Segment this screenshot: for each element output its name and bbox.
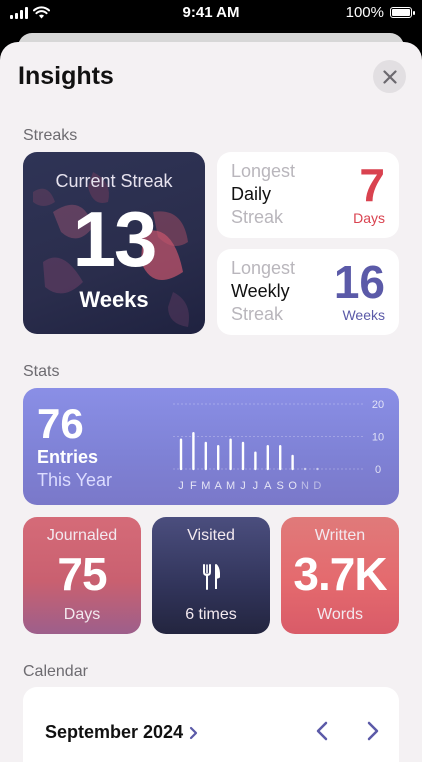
longest-weekly-line3: Streak — [231, 304, 284, 324]
chevron-right-icon — [367, 721, 379, 741]
chart-month-label: N — [301, 480, 309, 492]
status-bar: 9:41 AM 100% — [0, 0, 422, 28]
battery-icon — [390, 7, 415, 18]
words-written-tile[interactable]: Written 3.7K Words — [281, 517, 399, 634]
longest-weekly-streak-card[interactable]: Longest Weekly Streak 16 Weeks — [217, 249, 399, 335]
chart-y-tick-label: 10 — [372, 432, 384, 444]
chart-month-label: J — [178, 480, 184, 492]
longest-daily-streak-card[interactable]: Longest Daily Streak 7 Days — [217, 152, 399, 238]
chart-month-label: M — [201, 480, 210, 492]
close-button[interactable] — [373, 60, 406, 93]
chart-month-label: J — [240, 480, 246, 492]
chevron-left-icon — [316, 721, 328, 741]
chart-month-label: A — [264, 480, 272, 492]
section-stats: Stats — [23, 363, 60, 380]
monthly-entries-chart: 20100J F M A M J J A S O N D — [173, 399, 384, 492]
section-calendar: Calendar — [23, 663, 88, 680]
chart-month-label: A — [215, 480, 223, 492]
journaled-days-tile[interactable]: Journaled 75 Days — [23, 517, 141, 634]
page-title: Insights — [18, 62, 114, 90]
insights-sheet: Insights Streaks Current Streak 13 Weeks… — [0, 42, 422, 762]
longest-weekly-value: 16 — [333, 256, 385, 308]
previous-month-button[interactable] — [311, 720, 333, 742]
chart-month-label: J — [253, 480, 259, 492]
longest-weekly-unit: Weeks — [342, 307, 385, 323]
written-title: Written — [314, 527, 366, 544]
battery-percent: 100% — [345, 4, 384, 21]
calendar-month-label: September 2024 — [45, 722, 184, 742]
close-icon — [382, 69, 397, 84]
entries-stats-card[interactable]: 76 Entries This Year 20 10 0 J F M A M J J A S O N D — [23, 388, 399, 505]
journaled-value: 75 — [57, 548, 107, 600]
written-value: 3.7K — [293, 548, 387, 600]
journaled-unit: Days — [63, 606, 101, 623]
chart-y-tick-label: 20 — [372, 399, 384, 411]
current-streak-card[interactable]: Current Streak 13 Weeks — [23, 152, 205, 334]
current-streak-unit: Weeks — [79, 287, 149, 312]
longest-daily-value: 7 — [359, 159, 385, 211]
longest-daily-line2: Daily — [231, 184, 272, 204]
chart-y-tick-label: 0 — [375, 464, 381, 476]
current-streak-value: 13 — [72, 195, 158, 283]
chart-bar-empty — [316, 467, 319, 471]
visited-title: Visited — [187, 527, 235, 544]
fork-knife-icon — [203, 564, 220, 590]
chart-month-label: M — [226, 480, 235, 492]
visited-count: 6 times — [185, 606, 237, 623]
chart-month-label: S — [277, 480, 284, 492]
chart-month-label: D — [313, 480, 321, 492]
visited-places-tile[interactable]: Visited 6 times — [152, 517, 270, 634]
chart-month-label: F — [190, 480, 197, 492]
longest-daily-unit: Days — [353, 210, 385, 226]
chevron-right-small-icon — [189, 726, 198, 739]
current-streak-label: Current Streak — [55, 171, 173, 191]
longest-daily-line1: Longest — [231, 161, 296, 181]
chart-month-label: O — [288, 480, 297, 492]
calendar-card: September 2024 — [23, 687, 399, 762]
journaled-title: Journaled — [46, 527, 118, 544]
written-unit: Words — [317, 606, 363, 623]
longest-weekly-line2: Weekly — [231, 281, 290, 301]
section-streaks: Streaks — [23, 127, 78, 144]
calendar-month-selector[interactable]: September 2024 — [45, 722, 198, 743]
longest-daily-line3: Streak — [231, 207, 284, 227]
longest-weekly-line1: Longest — [231, 258, 296, 278]
chart-bar-empty — [303, 467, 307, 471]
next-month-button[interactable] — [362, 720, 384, 742]
